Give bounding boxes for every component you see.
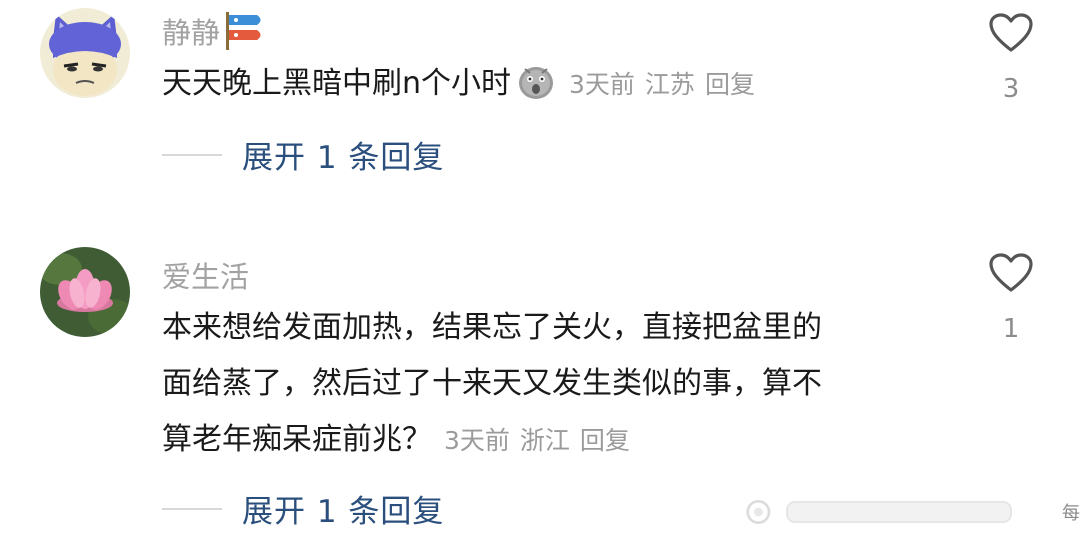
- comment-text: 天天晚上黑暗中刷n个小时: [162, 66, 512, 101]
- comment-meta: 3天前 江苏 回复: [569, 70, 765, 99]
- weibo-logo-icon: [746, 499, 771, 525]
- avatar[interactable]: [40, 247, 130, 337]
- username[interactable]: 静静: [162, 10, 266, 52]
- lotus-flower-avatar-icon: [40, 247, 130, 337]
- koi-flag-icon: [226, 12, 261, 50]
- comment-time: 3天前: [444, 426, 510, 455]
- watermark: 每: [745, 492, 1080, 532]
- expand-replies-button[interactable]: 展开 1 条回复: [242, 132, 444, 177]
- cartoon-cat-avatar-icon: [40, 8, 130, 98]
- username[interactable]: 爱生活: [162, 254, 249, 296]
- expand-replies[interactable]: 展开 1 条回复: [162, 132, 444, 177]
- expand-replies-button[interactable]: 展开 1 条回复: [242, 486, 444, 531]
- watermark-bar: [785, 501, 1012, 523]
- like-count: 3: [1002, 74, 1020, 104]
- comment-location: 江苏: [644, 70, 695, 99]
- avatar[interactable]: [40, 8, 130, 98]
- comment-text-line: 本来想给发面加热，结果忘了关火，直接把盆里的: [162, 310, 822, 345]
- reply-button[interactable]: 回复: [705, 70, 755, 99]
- heart-outline-icon[interactable]: [988, 12, 1034, 54]
- comment-text-line: 面给蒸了，然后过了十来天又发生类似的事，算不: [162, 366, 822, 401]
- divider-line: [162, 153, 222, 156]
- username-text: 静静: [162, 16, 221, 50]
- comment-text-line: 算老年痴呆症前兆？: [162, 422, 432, 457]
- heart-outline-icon[interactable]: [988, 252, 1034, 294]
- shocked-face-emoji: [519, 67, 554, 99]
- reply-button[interactable]: 回复: [580, 426, 630, 455]
- comment-item: 静静 天天晚上黑暗中刷n个小时 3天前 江苏 回复 3 展开 1 条回复: [0, 0, 1080, 215]
- comment-content: 天天晚上黑暗中刷n个小时 3天前 江苏 回复: [162, 56, 765, 113]
- like-control: 1: [986, 252, 1036, 344]
- comment-location: 浙江: [519, 426, 570, 455]
- comment-content: 本来想给发面加热，结果忘了关火，直接把盆里的 面给蒸了，然后过了十来天又发生类似…: [162, 300, 942, 469]
- comment-time: 3天前: [569, 70, 635, 99]
- comment-meta: 3天前 浙江 回复: [444, 426, 640, 455]
- username-text: 爱生活: [162, 260, 250, 294]
- expand-replies[interactable]: 展开 1 条回复: [162, 486, 444, 531]
- divider-line: [162, 507, 222, 510]
- comment-text-line-last: 算老年痴呆症前兆？ 3天前 浙江 回复: [162, 412, 942, 469]
- watermark-text: 每: [1062, 503, 1080, 524]
- like-count: 1: [1002, 314, 1020, 344]
- like-control: 3: [986, 12, 1036, 104]
